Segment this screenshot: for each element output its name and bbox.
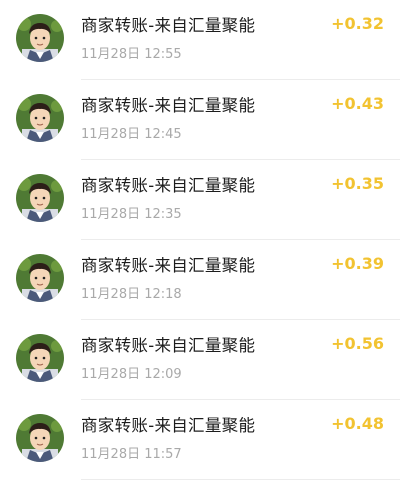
transaction-title: 商家转账-来自汇量聚能 bbox=[81, 256, 256, 275]
transaction-title: 商家转账-来自汇量聚能 bbox=[81, 176, 256, 195]
transaction-amount: +0.35 bbox=[331, 174, 384, 193]
transaction-row[interactable]: 商家转账-来自汇量聚能 11月28日 12:55 +0.32 bbox=[0, 0, 400, 80]
transaction-row[interactable]: 商家转账-来自汇量聚能 11月28日 11:57 +0.48 bbox=[0, 400, 400, 480]
cartoon-man-avatar-icon bbox=[16, 414, 64, 462]
transaction-time: 11月28日 12:09 bbox=[81, 367, 182, 382]
cartoon-man-avatar-icon bbox=[16, 14, 64, 62]
transaction-row[interactable]: 商家转账-来自汇量聚能 11月28日 12:18 +0.39 bbox=[0, 240, 400, 320]
transaction-amount: +0.43 bbox=[331, 94, 384, 113]
row-divider bbox=[81, 479, 400, 480]
cartoon-man-avatar-icon bbox=[16, 174, 64, 222]
transaction-time: 11月28日 12:35 bbox=[81, 207, 182, 222]
transaction-row[interactable]: 商家转账-来自汇量聚能 11月28日 12:09 +0.56 bbox=[0, 320, 400, 400]
transaction-title: 商家转账-来自汇量聚能 bbox=[81, 16, 256, 35]
transaction-time: 11月28日 12:45 bbox=[81, 127, 182, 142]
transaction-row[interactable]: 商家转账-来自汇量聚能 11月28日 12:35 +0.35 bbox=[0, 160, 400, 240]
cartoon-man-avatar-icon bbox=[16, 94, 64, 142]
transaction-title: 商家转账-来自汇量聚能 bbox=[81, 336, 256, 355]
transaction-title: 商家转账-来自汇量聚能 bbox=[81, 96, 256, 115]
transaction-amount: +0.39 bbox=[331, 254, 384, 273]
transaction-list: 商家转账-来自汇量聚能 11月28日 12:55 +0.32 商家转账-来自汇量… bbox=[0, 0, 400, 486]
transaction-title: 商家转账-来自汇量聚能 bbox=[81, 416, 256, 435]
transaction-amount: +0.56 bbox=[331, 334, 384, 353]
transaction-time: 11月28日 12:55 bbox=[81, 47, 182, 62]
transaction-row[interactable]: 商家转账-来自汇量聚能 11月28日 12:45 +0.43 bbox=[0, 80, 400, 160]
transaction-time: 11月28日 12:18 bbox=[81, 287, 182, 302]
transaction-time: 11月28日 11:57 bbox=[81, 447, 182, 462]
cartoon-man-avatar-icon bbox=[16, 254, 64, 302]
transaction-amount: +0.32 bbox=[331, 14, 384, 33]
transaction-amount: +0.48 bbox=[331, 414, 384, 433]
cartoon-man-avatar-icon bbox=[16, 334, 64, 382]
